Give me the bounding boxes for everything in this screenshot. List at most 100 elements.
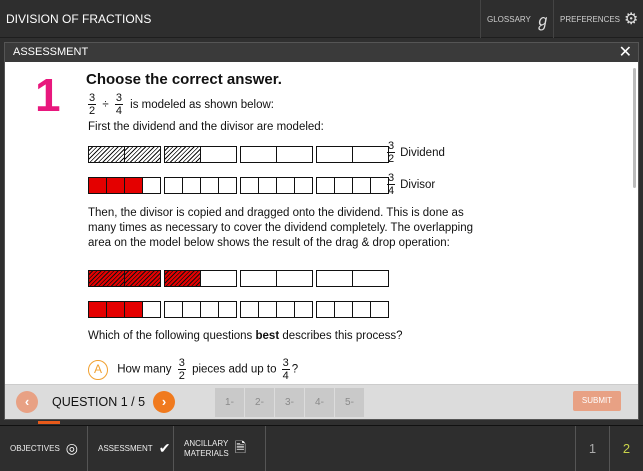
expression-suffix: is modeled as shown below: — [130, 98, 275, 111]
model-cell — [124, 270, 161, 287]
model-cell — [142, 301, 161, 318]
model-cell — [88, 177, 107, 194]
option-a-letter[interactable]: A — [88, 359, 108, 380]
divisor-label: 34 Divisor — [387, 172, 436, 197]
question-content[interactable]: 1 Choose the correct answer. 32 ÷ 34 is … — [5, 62, 638, 384]
model-cell — [124, 146, 161, 163]
panel-header: ASSESSMENT ✕ — [5, 43, 638, 62]
page-tab-2[interactable]: 2- — [245, 388, 274, 417]
gear-icon: ⚙ — [624, 11, 639, 28]
model-cell — [370, 301, 389, 318]
model-cell — [334, 301, 353, 318]
checkmark-icon: ✔ — [158, 440, 171, 456]
model-cell — [124, 301, 143, 318]
question-pages: 1- 2- 3- 4- 5- — [215, 388, 365, 417]
model-cell — [200, 301, 219, 318]
model-cell — [276, 177, 295, 194]
model-cell — [352, 146, 389, 163]
dividend-bar — [88, 146, 389, 163]
page-button-2[interactable]: 2 — [609, 426, 643, 471]
model-cell — [88, 146, 125, 163]
question-title: Choose the correct answer. — [86, 71, 282, 88]
model-cell — [240, 270, 277, 287]
next-question-button[interactable]: › — [153, 391, 175, 413]
model-cell — [124, 177, 143, 194]
model-cell — [106, 177, 125, 194]
model-cell — [258, 301, 277, 318]
model-cell — [240, 177, 259, 194]
glossary-icon: ℊ — [534, 13, 551, 30]
page-tab-5[interactable]: 5- — [335, 388, 364, 417]
model-cell — [258, 177, 277, 194]
model-cell — [316, 301, 335, 318]
page-button-1[interactable]: 1 — [575, 426, 609, 471]
model-intro: First the dividend and the divisor are m… — [88, 121, 324, 133]
scrollbar[interactable] — [633, 68, 636, 188]
assessment-button[interactable]: ASSESSMENT ✔ — [88, 426, 174, 471]
active-indicator — [38, 421, 60, 424]
model-cell — [352, 301, 371, 318]
model-cell — [276, 270, 313, 287]
model-cell — [164, 270, 201, 287]
model-cell — [276, 146, 313, 163]
result-divisor-bar — [88, 301, 389, 318]
app-title: DIVISION OF FRACTIONS — [6, 12, 152, 26]
model-cell — [106, 301, 125, 318]
question-prompt: Which of the following questions best de… — [88, 330, 403, 342]
page-tab-1[interactable]: 1- — [215, 388, 244, 417]
question-number: 1 — [35, 69, 61, 121]
preferences-button[interactable]: PREFERENCES ⚙ — [553, 0, 643, 38]
bottom-bar: OBJECTIVES ◎ ASSESSMENT ✔ ANCILLARY MATER… — [0, 425, 643, 471]
model-cell — [200, 146, 237, 163]
preferences-label: PREFERENCES — [560, 14, 621, 24]
target-icon: ◎ — [65, 440, 79, 456]
document-icon: 🗎 — [234, 438, 247, 455]
glossary-button[interactable]: GLOSSARY ℊ — [480, 0, 552, 38]
objectives-label: OBJECTIVES — [10, 444, 60, 453]
assessment-label: ASSESSMENT — [98, 444, 153, 453]
model-cell — [164, 146, 201, 163]
ancillary-materials-button[interactable]: ANCILLARY MATERIALS 🗎 — [174, 426, 266, 471]
glossary-label: GLOSSARY — [487, 14, 531, 24]
model-cell — [200, 177, 219, 194]
result-dividend-bar — [88, 270, 389, 287]
model-cell — [142, 177, 161, 194]
operator: ÷ — [102, 98, 109, 111]
divisor-bar — [88, 177, 389, 194]
model-cell — [334, 177, 353, 194]
model-cell — [240, 301, 259, 318]
model-cell — [316, 146, 353, 163]
model-cell — [352, 270, 389, 287]
prev-question-button[interactable]: ‹ — [16, 391, 38, 413]
model-cell — [316, 177, 335, 194]
model-cell — [240, 146, 277, 163]
model-cell — [218, 177, 237, 194]
fraction-b: 34 — [114, 92, 123, 117]
model-cell — [182, 177, 201, 194]
description-paragraph: Then, the divisor is copied and dragged … — [88, 207, 474, 249]
model-cell — [182, 301, 201, 318]
option-a[interactable]: A How many 32 pieces add up to 3 4? — [88, 357, 298, 382]
ancillary-label: ANCILLARY MATERIALS — [184, 438, 229, 458]
question-nav-bar: ‹ QUESTION 1 / 5 › 1- 2- 3- 4- 5- SUBMIT — [5, 384, 638, 419]
expression-line: 32 ÷ 34 is modeled as shown below: — [88, 92, 274, 117]
close-icon[interactable]: ✕ — [619, 43, 632, 62]
model-cell — [164, 177, 183, 194]
objectives-button[interactable]: OBJECTIVES ◎ — [0, 426, 88, 471]
question-counter: QUESTION 1 / 5 — [52, 395, 146, 409]
model-cell — [88, 270, 125, 287]
panel-title: ASSESSMENT — [13, 46, 89, 58]
page-tab-4[interactable]: 4- — [305, 388, 334, 417]
model-cell — [164, 301, 183, 318]
model-cell — [276, 301, 295, 318]
submit-button[interactable]: SUBMIT — [573, 391, 621, 411]
model-cell — [200, 270, 237, 287]
model-cell — [316, 270, 353, 287]
dividend-label: 32 Dividend — [387, 140, 445, 165]
fraction-a: 32 — [88, 92, 97, 117]
assessment-panel: ASSESSMENT ✕ 1 Choose the correct answer… — [4, 42, 639, 420]
page-tab-3[interactable]: 3- — [275, 388, 304, 417]
top-bar: DIVISION OF FRACTIONS GLOSSARY ℊ PREFERE… — [0, 0, 643, 38]
model-cell — [294, 177, 313, 194]
model-cell — [352, 177, 371, 194]
